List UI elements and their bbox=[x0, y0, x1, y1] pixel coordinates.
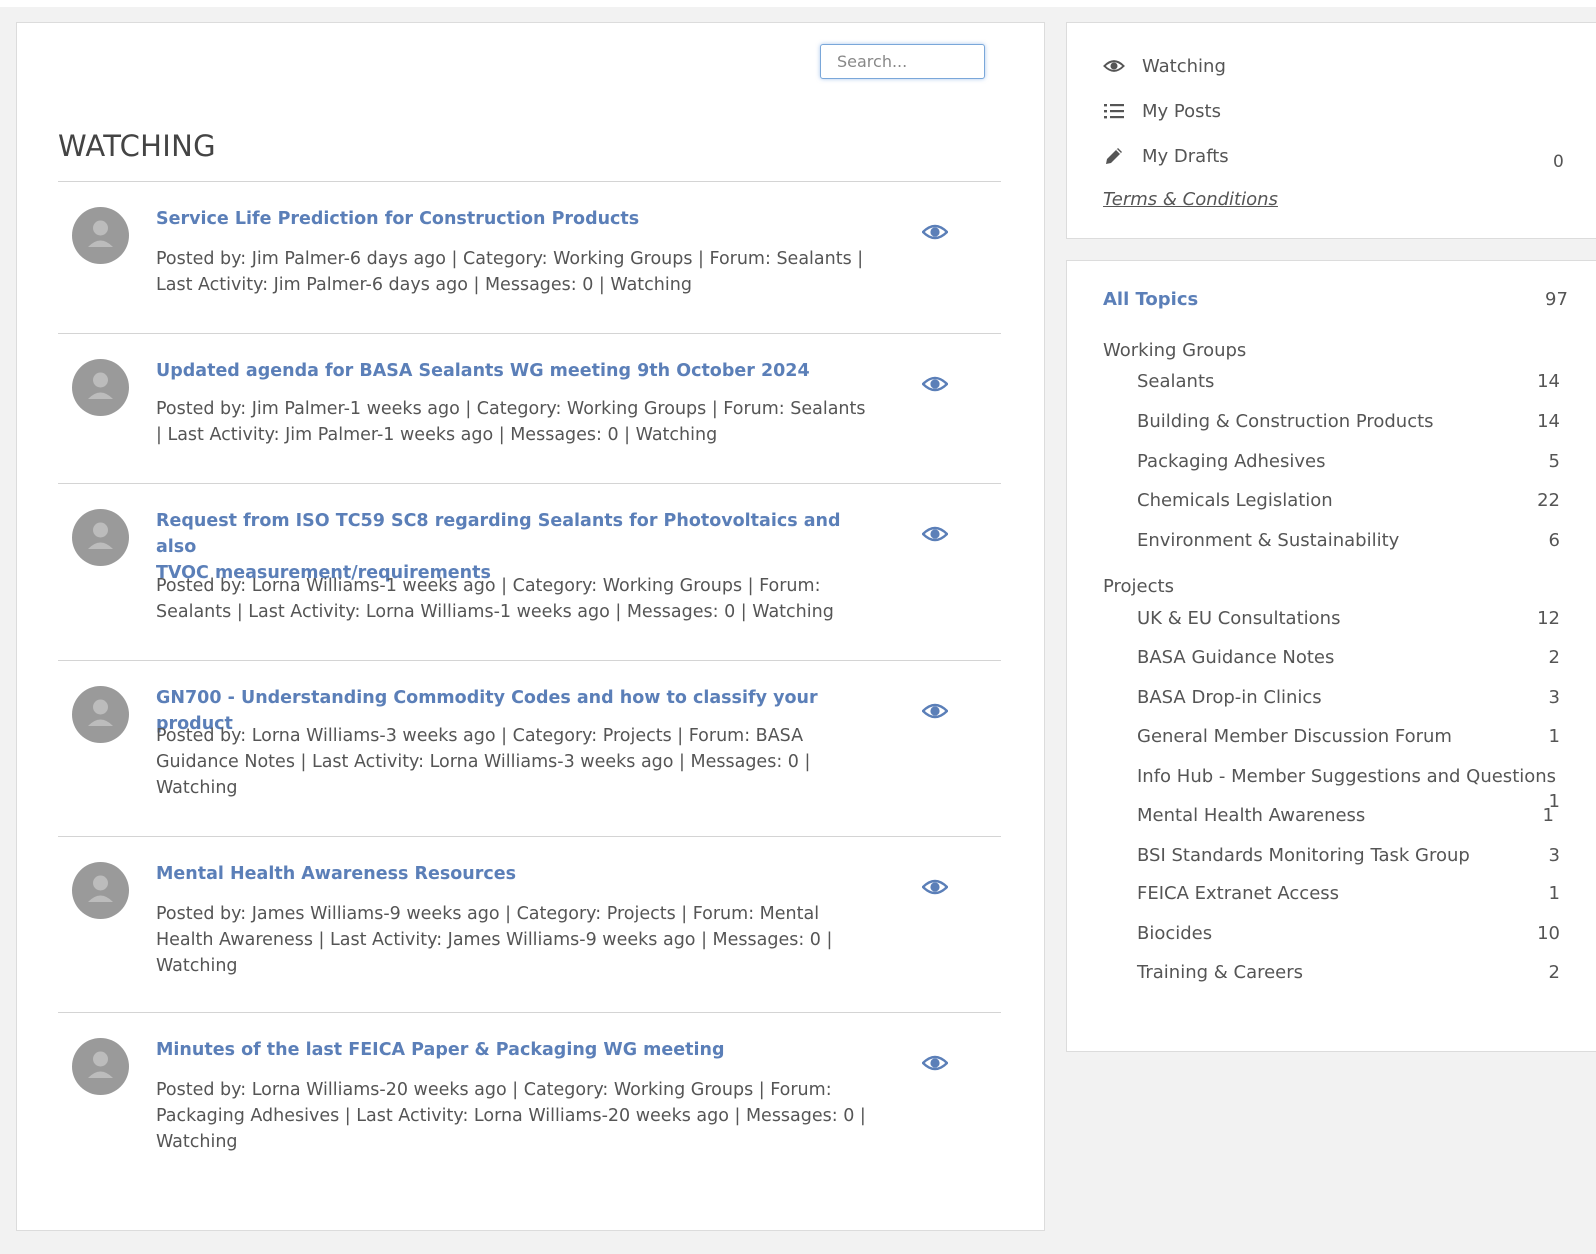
nav-item-label: My Drafts bbox=[1142, 145, 1229, 167]
avatar bbox=[72, 1038, 129, 1095]
nav-item-my-drafts[interactable]: My Drafts bbox=[1103, 145, 1229, 167]
forum-link[interactable]: Environment & Sustainability bbox=[1137, 530, 1399, 551]
forum-link[interactable]: Training & Careers bbox=[1137, 962, 1303, 983]
topic-title-link[interactable]: Mental Health Awareness Resources bbox=[156, 861, 886, 887]
user-nav-panel: Watching My Posts My Drafts 0 Terms & Co… bbox=[1066, 22, 1596, 239]
drafts-count: 0 bbox=[1553, 152, 1564, 172]
topic-meta: Posted by: Lorna Williams-20 weeks ago |… bbox=[156, 1077, 896, 1155]
pencil-icon bbox=[1103, 145, 1125, 167]
topic-meta: Posted by: Jim Palmer-1 weeks ago | Cate… bbox=[156, 396, 896, 448]
eye-icon[interactable] bbox=[922, 1053, 948, 1073]
eye-icon[interactable] bbox=[922, 701, 948, 721]
topic-meta-line: Guidance Notes | Last Activity: Lorna Wi… bbox=[156, 752, 811, 772]
topic-meta: Posted by: Lorna Williams-1 weeks ago | … bbox=[156, 573, 896, 625]
forum-link[interactable]: Chemicals Legislation bbox=[1137, 490, 1333, 511]
forum-count: 12 bbox=[1537, 608, 1560, 629]
eye-icon[interactable] bbox=[922, 524, 948, 544]
terms-link[interactable]: Terms & Conditions bbox=[1103, 189, 1278, 210]
eye-icon[interactable] bbox=[922, 222, 948, 242]
topic-meta-line: Packaging Adhesives | Last Activity: Lor… bbox=[156, 1106, 866, 1126]
forum-link[interactable]: FEICA Extranet Access bbox=[1137, 883, 1339, 904]
forum-link[interactable]: Packaging Adhesives bbox=[1137, 451, 1325, 472]
forum-link[interactable]: Sealants bbox=[1137, 371, 1214, 392]
topic-meta-line: Sealants | Last Activity: Lorna Williams… bbox=[156, 602, 834, 622]
topic-meta-line: Posted by: Jim Palmer-1 weeks ago | Cate… bbox=[156, 399, 866, 419]
all-topics-link[interactable]: All Topics bbox=[1103, 289, 1198, 310]
page-title: WATCHING bbox=[58, 129, 216, 163]
forum-link[interactable]: Biocides bbox=[1137, 923, 1212, 944]
topic-title-line: Request from ISO TC59 SC8 regarding Seal… bbox=[156, 511, 841, 557]
forum-link[interactable]: Building & Construction Products bbox=[1137, 411, 1434, 432]
topic-meta-line: Posted by: Jim Palmer-6 days ago | Categ… bbox=[156, 249, 864, 269]
topic-meta: Posted by: James Williams-9 weeks ago | … bbox=[156, 901, 896, 979]
eye-icon[interactable] bbox=[922, 374, 948, 394]
forum-link[interactable]: Info Hub - Member Suggestions and Questi… bbox=[1137, 766, 1556, 787]
forum-count: 1 bbox=[1548, 883, 1560, 904]
eye-icon bbox=[1103, 55, 1125, 77]
forum-count: 3 bbox=[1548, 845, 1560, 866]
topic-meta-line: Health Awareness | Last Activity: James … bbox=[156, 930, 833, 950]
forum-count: 5 bbox=[1548, 451, 1560, 472]
category-group-title: Working Groups bbox=[1103, 340, 1247, 361]
forum-link[interactable]: UK & EU Consultations bbox=[1137, 608, 1340, 629]
forum-count: 1 bbox=[1542, 805, 1554, 826]
forum-link[interactable]: BASA Drop-in Clinics bbox=[1137, 687, 1322, 708]
forum-count: 2 bbox=[1548, 962, 1560, 983]
avatar bbox=[72, 686, 129, 743]
list-icon bbox=[1103, 100, 1125, 122]
topic-title-link[interactable]: Updated agenda for BASA Sealants WG meet… bbox=[156, 358, 886, 384]
forum-count: 14 bbox=[1537, 371, 1560, 392]
topic-meta-line: Watching bbox=[156, 778, 238, 798]
topic-meta: Posted by: Lorna Williams-3 weeks ago | … bbox=[156, 723, 896, 801]
topic-meta-line: | Last Activity: Jim Palmer-1 weeks ago … bbox=[156, 425, 718, 445]
forum-count: 1 bbox=[1548, 726, 1560, 747]
watching-panel: WATCHING Service Life Prediction for Con… bbox=[16, 22, 1045, 1231]
topic-meta-line: Posted by: Lorna Williams-3 weeks ago | … bbox=[156, 726, 804, 746]
nav-item-watching[interactable]: Watching bbox=[1103, 55, 1226, 77]
categories-panel: All Topics 97 Working Groups Sealants 14… bbox=[1066, 260, 1596, 1052]
forum-link[interactable]: Mental Health Awareness bbox=[1137, 805, 1365, 826]
search-input[interactable] bbox=[820, 44, 985, 79]
topic-item: Minutes of the last FEICA Paper & Packag… bbox=[58, 1012, 1001, 1182]
topic-meta-line: Posted by: Lorna Williams-1 weeks ago | … bbox=[156, 576, 821, 596]
eye-icon[interactable] bbox=[922, 877, 948, 897]
nav-item-my-posts[interactable]: My Posts bbox=[1103, 100, 1221, 122]
topic-item: Service Life Prediction for Construction… bbox=[58, 181, 1001, 333]
avatar bbox=[72, 509, 129, 566]
forum-link[interactable]: BSI Standards Monitoring Task Group bbox=[1137, 845, 1470, 866]
forum-count: 2 bbox=[1548, 647, 1560, 668]
topic-title-link[interactable]: Minutes of the last FEICA Paper & Packag… bbox=[156, 1037, 886, 1063]
forum-count: 6 bbox=[1548, 530, 1560, 551]
forum-link[interactable]: General Member Discussion Forum bbox=[1137, 726, 1452, 747]
forum-count: 14 bbox=[1537, 411, 1560, 432]
forum-count: 10 bbox=[1537, 923, 1560, 944]
nav-item-label: My Posts bbox=[1142, 100, 1221, 122]
topic-list: Service Life Prediction for Construction… bbox=[58, 181, 1001, 1182]
topic-meta-line: Posted by: James Williams-9 weeks ago | … bbox=[156, 904, 820, 924]
topic-meta-line: Watching bbox=[156, 1132, 238, 1152]
nav-item-label: Watching bbox=[1142, 55, 1226, 77]
topic-meta-line: Posted by: Lorna Williams-20 weeks ago |… bbox=[156, 1080, 832, 1100]
topic-meta: Posted by: Jim Palmer-6 days ago | Categ… bbox=[156, 246, 896, 298]
forum-count: 3 bbox=[1548, 687, 1560, 708]
top-strip bbox=[0, 0, 1596, 7]
all-topics-count: 97 bbox=[1545, 289, 1568, 310]
topic-item: Updated agenda for BASA Sealants WG meet… bbox=[58, 333, 1001, 483]
category-group-title: Projects bbox=[1103, 576, 1174, 597]
avatar bbox=[72, 359, 129, 416]
avatar bbox=[72, 862, 129, 919]
topic-item: GN700 - Understanding Commodity Codes an… bbox=[58, 660, 1001, 836]
forum-link[interactable]: BASA Guidance Notes bbox=[1137, 647, 1334, 668]
avatar bbox=[72, 207, 129, 264]
topic-meta-line: Watching bbox=[156, 956, 238, 976]
topic-meta-line: Last Activity: Jim Palmer-6 days ago | M… bbox=[156, 275, 692, 295]
topic-title-link[interactable]: Service Life Prediction for Construction… bbox=[156, 206, 886, 232]
topic-item: Request from ISO TC59 SC8 regarding Seal… bbox=[58, 483, 1001, 660]
forum-count: 22 bbox=[1537, 490, 1560, 511]
topic-item: Mental Health Awareness Resources Posted… bbox=[58, 836, 1001, 1012]
